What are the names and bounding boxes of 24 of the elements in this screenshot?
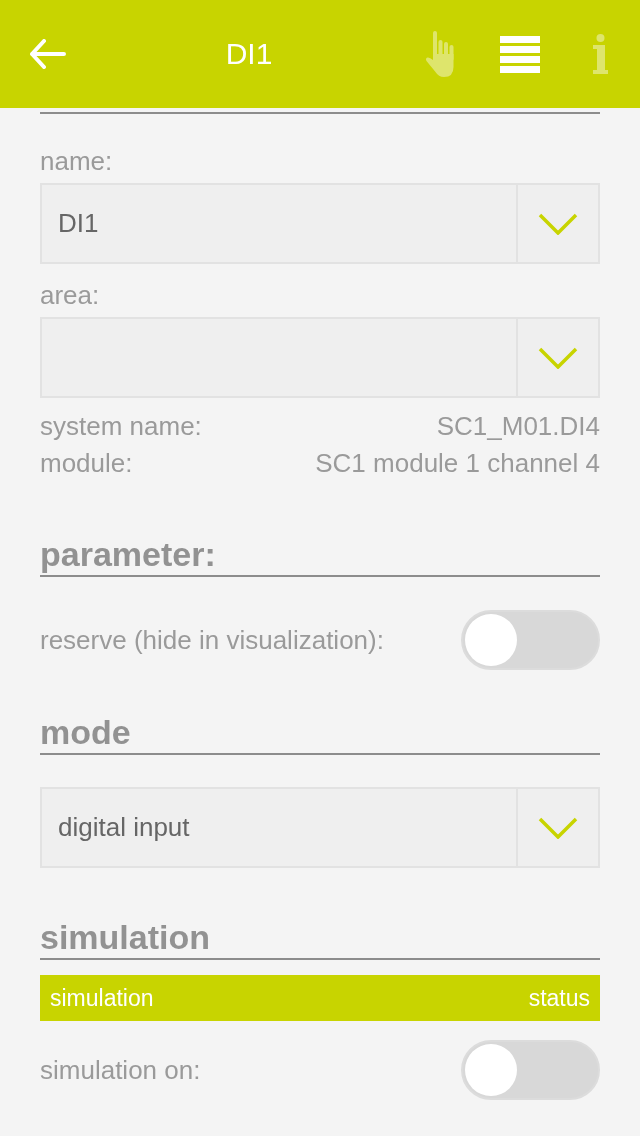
toggle-label: reserve (hide in visualization): xyxy=(40,623,384,657)
section-heading: parameter: xyxy=(40,534,217,574)
dropdown-field[interactable]: digital input xyxy=(40,787,600,868)
toggle-switch[interactable] xyxy=(461,1040,600,1100)
column-header: simulation xyxy=(50,983,154,1013)
section-heading: mode xyxy=(40,712,132,752)
dropdown-field[interactable]: DI1 xyxy=(40,183,600,264)
field-label: area: xyxy=(40,280,101,310)
dropdown-field[interactable] xyxy=(40,317,600,398)
field-value: SC1_M01.DI4 xyxy=(436,410,600,443)
field-label: system name: xyxy=(40,410,202,443)
chevron-down-icon xyxy=(538,346,578,369)
field-label: module: xyxy=(40,447,133,480)
back-arrow-icon[interactable] xyxy=(30,39,66,69)
field-label: name: xyxy=(40,146,114,176)
toggle-switch[interactable] xyxy=(461,610,600,670)
column-header: status xyxy=(528,983,590,1013)
chevron-down-icon xyxy=(538,816,578,839)
page-title: DI1 xyxy=(225,36,273,72)
field-value: SC1 module 1 channel 4 xyxy=(315,447,600,480)
list-icon[interactable] xyxy=(500,35,540,73)
toggle-label: simulation on: xyxy=(40,1053,201,1087)
section-heading: simulation xyxy=(40,917,212,957)
chevron-down-icon xyxy=(538,212,578,235)
